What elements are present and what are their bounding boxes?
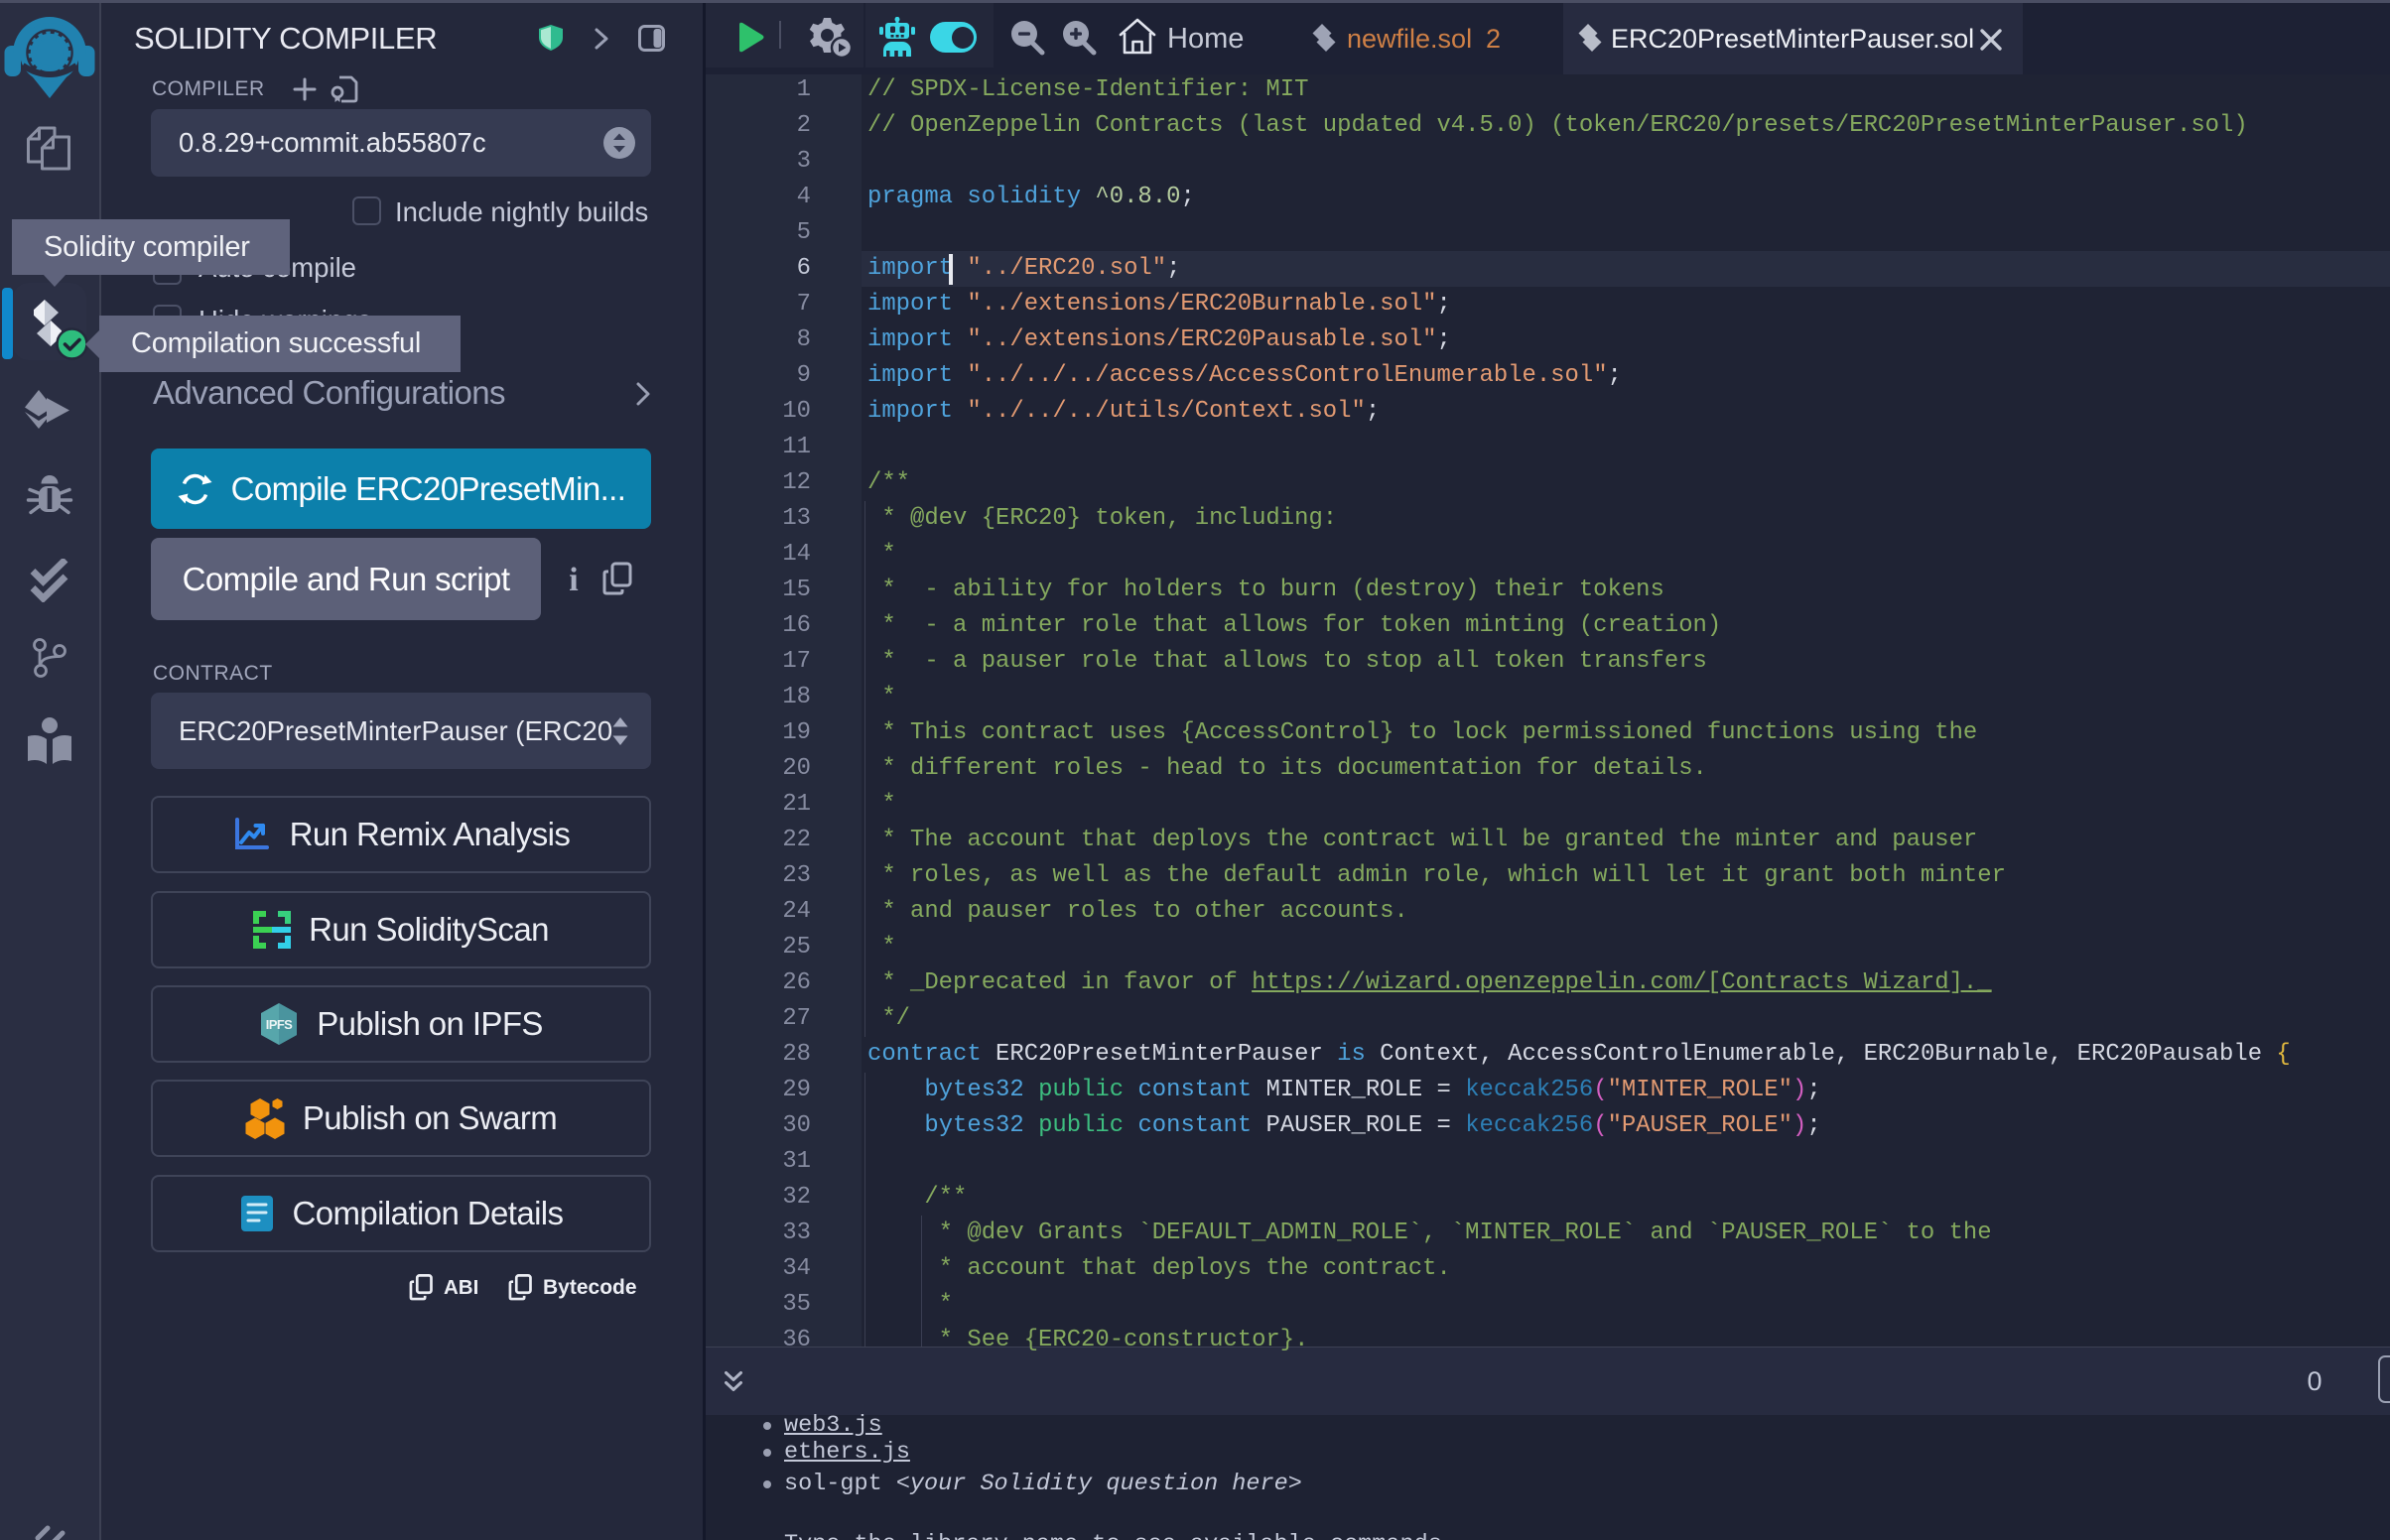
svg-text:IPFS: IPFS (266, 1017, 293, 1032)
